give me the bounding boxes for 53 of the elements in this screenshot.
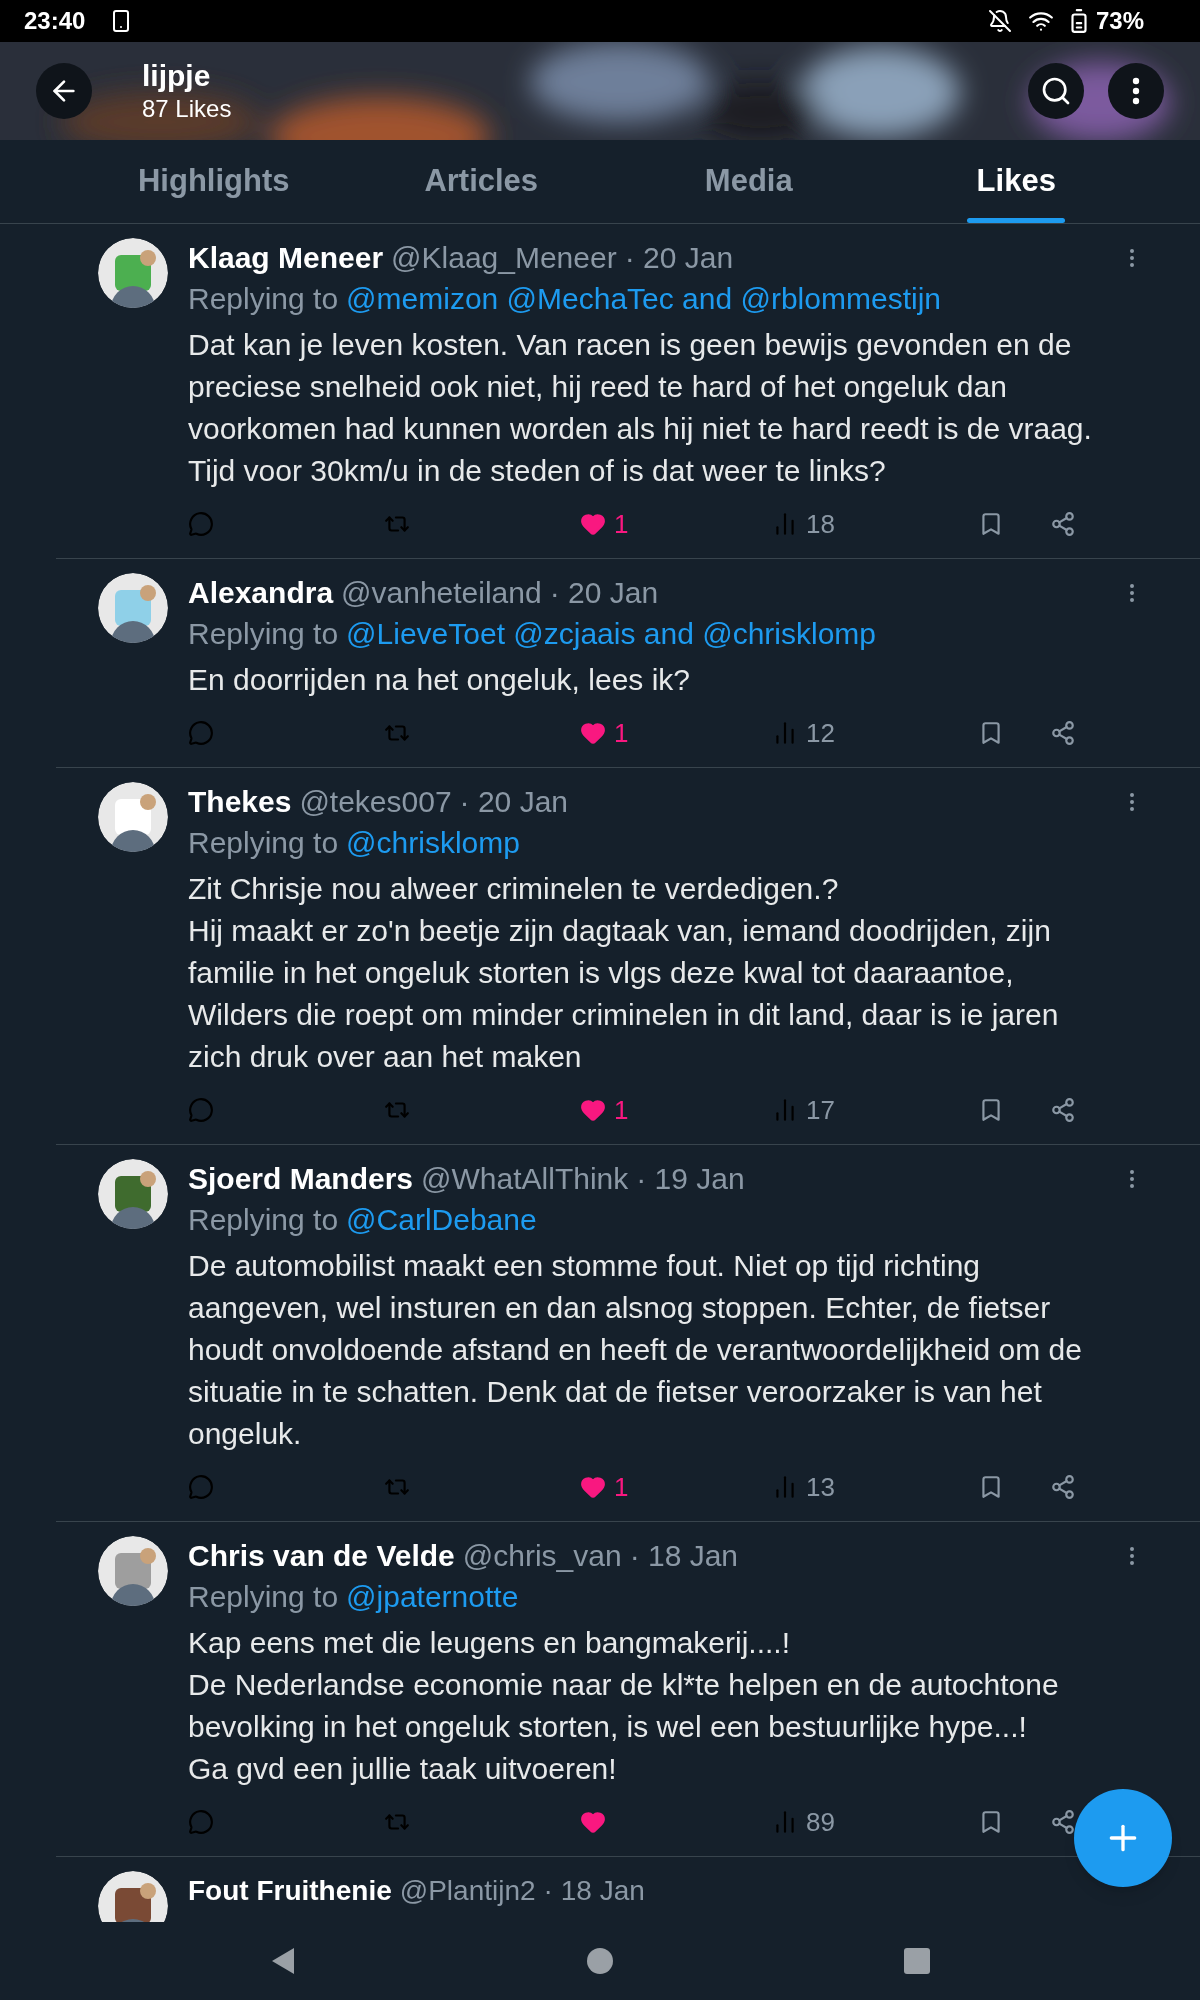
mention-link[interactable]: @LieveToet @zcjaais and @chrisklomp [346,613,876,655]
tweet-text: Ga gvd een jullie taak uitvoeren! [188,1751,618,1787]
tweet-text: De automobilist maakt een stomme fout. Niet op tijd richting aangeven, wel insturen en dan alsnog stoppen. Echter, de fietser houdt onvoldoende afstand en heeft de verantwoordelijkheid om de situatie in te schatten. Denk dat de fietser veroorzaker is van het ongeluk. [188,1248,1083,1452]
count-label: 1 [614,507,629,541]
author-handle[interactable]: @tekes007 [299,782,452,822]
author-handle[interactable]: @vanheteiland [341,573,542,613]
mention-link[interactable]: @jpaternotte [346,1576,519,1618]
replying-label: Replying to [188,1202,339,1238]
tweet-date: · 18 Jan [543,1874,645,1908]
author-handle[interactable]: @Klaag_Meneer [391,238,617,278]
author-name[interactable]: Alexandra [188,573,334,613]
tab[interactable]: Articles [347,140,615,223]
count-label: 13 [806,1470,835,1504]
count-label: 18 [806,507,835,541]
tweet-text: De Nederlandse economie naar de kl*te helpen en de autochtone bevolking in het ongeluk storten, is wel een bestuurlijke hype...! [188,1667,1060,1745]
author-handle[interactable]: @Plantijn2 [399,1871,536,1911]
count-label: 17 [806,1093,835,1127]
count-label: 89 [806,1805,835,1839]
tab[interactable]: Likes [882,140,1150,223]
author-handle[interactable]: @WhatAllThink [421,1159,629,1199]
tweet-text: Hij maakt er zo'n beetje zijn dagtaak van, iemand doodrijden, zijn familie in het ongeluk storten is vlgs deze kwal tot daaraantoe, Wilders die roept om minder criminelen in dit land, daar is ie jaren zich druk over aan het maken [188,913,1060,1075]
tab[interactable]: Highlights [80,140,348,223]
count-label: 12 [806,716,835,750]
mention-link[interactable]: @CarlDebane [346,1199,537,1241]
status-time: 23:40 [24,6,86,36]
tweet-date: · 18 Jan [629,1538,739,1574]
replying-label: Replying to [188,825,339,861]
mention-link[interactable]: @memizon @MechaTec and @rblommestijn [346,278,941,320]
author-name[interactable]: Sjoerd Manders [188,1159,414,1199]
replying-label: Replying to [188,281,339,317]
replying-label: Replying to [188,616,339,652]
mention-link[interactable]: @chrisklomp [346,822,520,864]
author-name[interactable]: Chris van de Velde [188,1536,455,1576]
replying-label: Replying to [188,1579,339,1615]
tweet-text: Dat kan je leven kosten. Van racen is geen bewijs gevonden en de preciese snelheid ook niet, hij reed te hard of het ongeluk dan voorkomen had kunnen worden als hij niet te hard reedt is de vraag. Tijd voor 30km/u in de steden of is dat weer te links? [188,327,1093,489]
author-name[interactable]: Klaag Meneer [188,238,384,278]
author-handle[interactable]: @chris_van [462,1536,622,1576]
tweet-text: En doorrijden na het ongeluk, lees ik? [188,662,691,698]
tweet-date: · 20 Jan [549,575,659,611]
tab[interactable]: Media [615,140,883,223]
likes-count: 87 Likes [142,94,232,124]
tweet-date: · 19 Jan [636,1161,745,1197]
tweet-text: Kap eens met die leugens en bangmakerij....! [188,1625,792,1661]
count-label: 1 [614,1470,629,1504]
count-label: 1 [614,1093,629,1127]
tweet-date: · 20 Jan [624,240,734,276]
author-name[interactable]: Fout Fruithenie [188,1871,392,1911]
battery-level: 73% [1095,6,1144,36]
tweet-text: Zit Chrisje nou alweer criminelen te verdedigen.? [188,871,840,907]
count-label: 1 [614,716,629,750]
profile-name: lijpje [142,58,212,94]
author-name[interactable]: Thekes [188,782,292,822]
tweet-date: · 20 Jan [459,784,568,820]
